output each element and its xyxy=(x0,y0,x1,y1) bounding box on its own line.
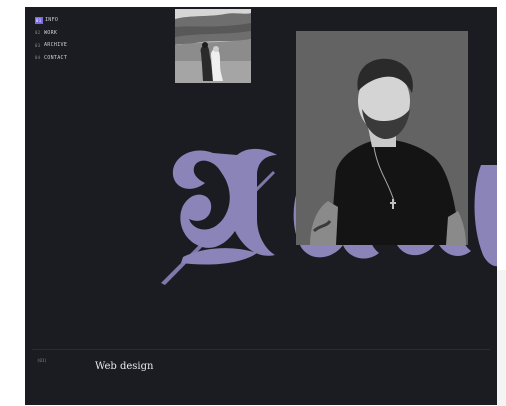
section-divider xyxy=(32,349,490,350)
portrait-photo xyxy=(296,31,468,245)
nav-item-work[interactable]: 02 WORK xyxy=(35,27,67,39)
nav-item-label: INFO xyxy=(45,17,59,23)
page-canvas: 01 INFO 02 WORK 03 ARCHIVE 04 CONTACT (0… xyxy=(25,7,497,405)
beach-photo xyxy=(175,9,251,83)
nav-item-label: ARCHIVE xyxy=(44,42,68,48)
nav-item-info[interactable]: 01 INFO xyxy=(35,14,67,26)
nav-item-label: CONTACT xyxy=(44,54,68,61)
section-number: (01) xyxy=(37,358,47,363)
nav-item-label: WORK xyxy=(44,29,58,36)
nav-item-number: 04 xyxy=(35,55,41,60)
nav-item-archive[interactable]: 03 ARCHIVE xyxy=(35,39,67,51)
nav-item-number: 01 xyxy=(35,16,43,24)
nav-item-contact[interactable]: 04 CONTACT xyxy=(35,52,67,64)
section-title: Web design xyxy=(95,361,154,372)
nav-item-number: 02 xyxy=(35,30,41,35)
page-edge xyxy=(497,270,506,406)
main-nav: 01 INFO 02 WORK 03 ARCHIVE 04 CONTACT xyxy=(35,14,67,64)
nav-item-number: 03 xyxy=(35,42,41,48)
